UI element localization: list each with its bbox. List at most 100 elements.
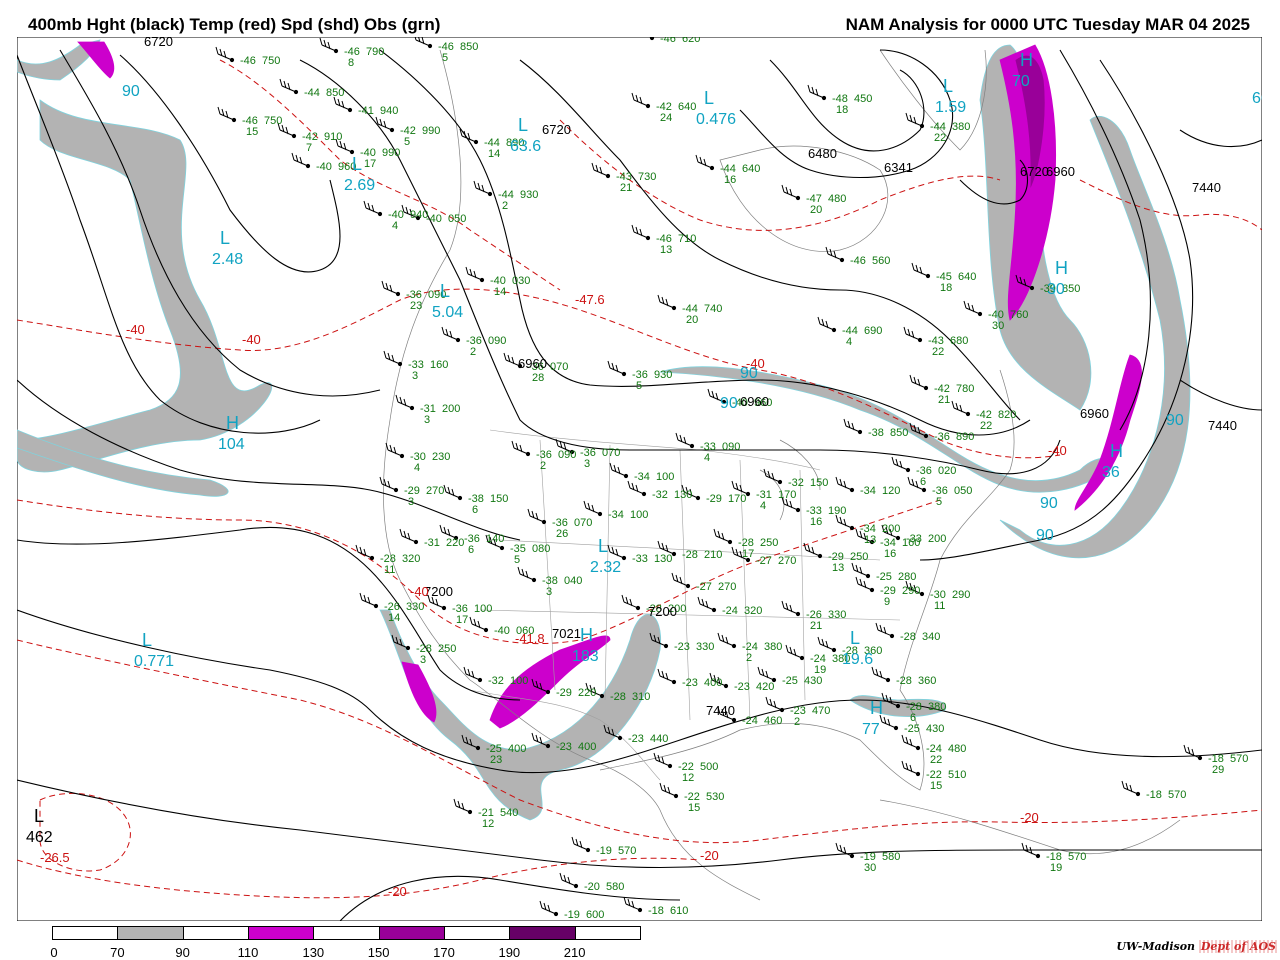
temp-contour-label: -20 bbox=[1020, 810, 1039, 825]
obs-dewpoint: 15 bbox=[930, 780, 942, 792]
low-center-letter: L bbox=[440, 281, 450, 301]
obs-temp: -23 bbox=[674, 641, 690, 653]
obs-dewpoint: 30 bbox=[992, 320, 1004, 332]
station-dot bbox=[1197, 755, 1203, 761]
obs-height: 420 bbox=[756, 681, 774, 693]
obs-height: 270 bbox=[426, 485, 444, 497]
obs-dewpoint: 11 bbox=[934, 600, 945, 612]
colorbar-cell bbox=[248, 926, 315, 940]
credit-dept: Dept of AOS bbox=[1198, 940, 1278, 953]
station-dot bbox=[475, 745, 481, 751]
obs-height: 220 bbox=[446, 537, 464, 549]
speed-contour-label: 90 bbox=[740, 365, 758, 382]
obs-height: 930 bbox=[654, 369, 672, 381]
obs-dewpoint: 2 bbox=[746, 652, 752, 664]
obs-dewpoint: 6 bbox=[472, 504, 478, 516]
obs-height: 820 bbox=[998, 409, 1016, 421]
obs-dewpoint: 26 bbox=[556, 528, 568, 540]
low-center-letter: L bbox=[352, 154, 362, 174]
obs-height: 780 bbox=[956, 383, 974, 395]
center-value: 77 bbox=[862, 721, 880, 738]
obs-height: 470 bbox=[812, 705, 830, 717]
colorbar-label: 0 bbox=[50, 945, 58, 960]
obs-temp: -18 bbox=[648, 905, 664, 917]
station-dot bbox=[695, 495, 701, 501]
station-dot bbox=[499, 545, 505, 551]
station-dot bbox=[865, 573, 871, 579]
obs-dewpoint: 17 bbox=[742, 548, 754, 560]
obs-dewpoint: 7 bbox=[306, 142, 312, 154]
station-dot bbox=[795, 507, 801, 513]
obs-dewpoint: 12 bbox=[482, 818, 494, 830]
station-dot bbox=[427, 43, 433, 49]
station-dot bbox=[399, 453, 405, 459]
obs-height: 580 bbox=[882, 851, 900, 863]
obs-temp: -33 bbox=[906, 533, 922, 545]
station-dot bbox=[623, 473, 629, 479]
station-dot bbox=[597, 511, 603, 517]
high-center-letter: H bbox=[580, 625, 593, 645]
center-value: 104 bbox=[218, 436, 245, 453]
obs-temp: -32 bbox=[652, 489, 668, 501]
obs-height: 510 bbox=[948, 769, 966, 781]
temp-contour-label: -40 bbox=[126, 322, 145, 337]
center-value: 0.476 bbox=[696, 111, 736, 128]
obs-dewpoint: 2 bbox=[470, 346, 476, 358]
colorbar-cell bbox=[117, 926, 184, 940]
station-dot bbox=[305, 163, 311, 169]
station-dot bbox=[467, 809, 473, 815]
center-value: 63.6 bbox=[510, 138, 541, 155]
obs-height: 050 bbox=[954, 485, 972, 497]
obs-height: 080 bbox=[532, 543, 550, 555]
obs-height: 570 bbox=[1230, 753, 1248, 765]
obs-height: 130 bbox=[654, 553, 672, 565]
obs-height: 380 bbox=[928, 701, 946, 713]
station-dot bbox=[333, 48, 339, 54]
station-dot bbox=[689, 443, 695, 449]
station-dot bbox=[667, 763, 673, 769]
obs-height: 270 bbox=[778, 555, 796, 567]
station-dot bbox=[731, 717, 737, 723]
obs-height: 570 bbox=[1068, 851, 1086, 863]
obs-temp: -19 bbox=[596, 845, 612, 857]
obs-height: 600 bbox=[586, 909, 604, 921]
center-value: 36 bbox=[1102, 464, 1120, 481]
obs-temp: -41 bbox=[358, 105, 374, 117]
obs-dewpoint: 21 bbox=[620, 182, 632, 194]
temp-contour-label: -40 bbox=[410, 584, 429, 599]
obs-dewpoint: 14 bbox=[494, 286, 506, 298]
obs-dewpoint: 2 bbox=[794, 716, 800, 728]
temp-contour-label: -20 bbox=[388, 884, 407, 899]
obs-height: 540 bbox=[500, 807, 518, 819]
station-dot bbox=[711, 607, 717, 613]
obs-dewpoint: 13 bbox=[660, 244, 672, 256]
height-contour-label: 7440 bbox=[1208, 418, 1237, 433]
station-dot bbox=[455, 337, 461, 343]
height-contour-label: 6960 bbox=[518, 356, 547, 371]
low-center-letter: L bbox=[850, 628, 860, 648]
station-dot bbox=[413, 539, 419, 545]
obs-height: 150 bbox=[810, 477, 828, 489]
station-dot bbox=[293, 89, 299, 95]
obs-temp: -27 bbox=[756, 555, 772, 567]
low-center-letter: L bbox=[34, 806, 44, 826]
obs-temp: -25 bbox=[904, 723, 920, 735]
obs-dewpoint: 21 bbox=[938, 394, 950, 406]
obs-height: 450 bbox=[854, 93, 872, 105]
obs-dewpoint: 9 bbox=[884, 596, 890, 608]
station-dot bbox=[553, 911, 559, 917]
obs-height: 140 bbox=[486, 533, 504, 545]
obs-dewpoint: 28 bbox=[532, 372, 544, 384]
height-contour-label: 6480 bbox=[808, 146, 837, 161]
obs-dewpoint: 22 bbox=[934, 132, 946, 144]
obs-temp: -25 bbox=[876, 571, 892, 583]
center-value: 0.771 bbox=[134, 653, 174, 670]
obs-temp: -24 bbox=[722, 605, 738, 617]
credit-line: UW-Madison Dept of AOS bbox=[1116, 940, 1278, 953]
obs-dewpoint: 11 bbox=[384, 564, 395, 576]
center-value: 183 bbox=[572, 648, 599, 665]
station-dot bbox=[473, 139, 479, 145]
station-dot bbox=[915, 745, 921, 751]
station-dot bbox=[405, 645, 411, 651]
colorbar-label: 70 bbox=[110, 945, 125, 960]
